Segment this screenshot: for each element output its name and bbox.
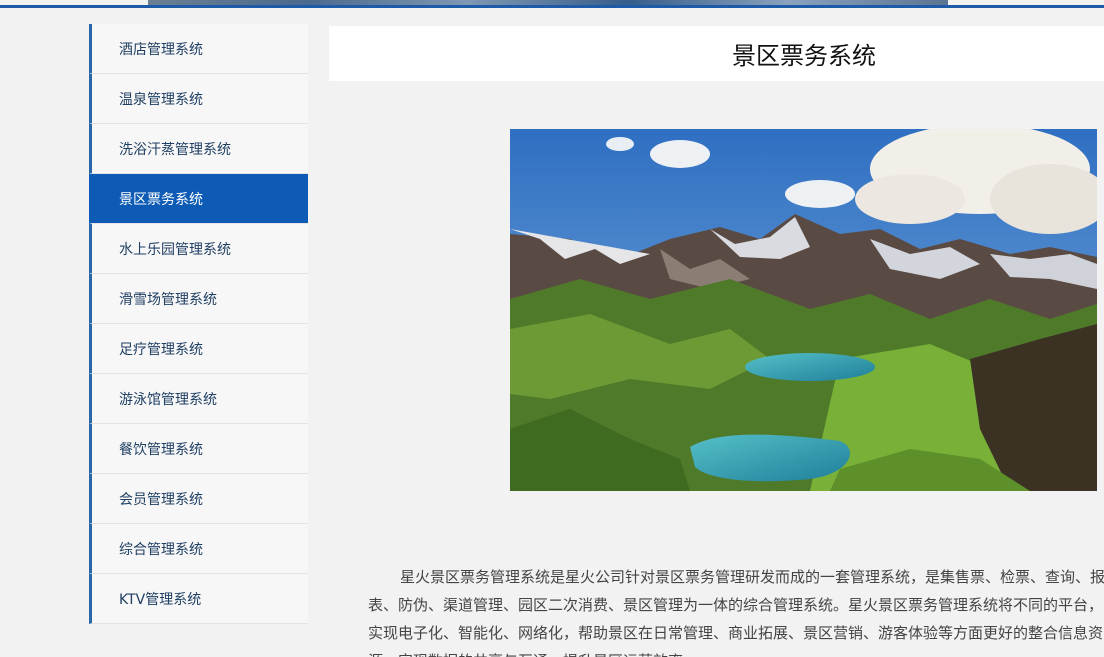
top-banner-strip (0, 0, 1104, 8)
main-content: 景区票务系统 星火景区票务管理系统是星火公司针对景区票务管理研发而成的一套管理系… (329, 26, 1104, 657)
sidebar-item-bath-sauna[interactable]: 洗浴汗蒸管理系统 (89, 124, 308, 174)
sidebar-item-ski-resort[interactable]: 滑雪场管理系统 (89, 274, 308, 324)
sidebar-nav: 酒店管理系统 温泉管理系统 洗浴汗蒸管理系统 景区票务系统 水上乐园管理系统 滑… (89, 24, 308, 624)
sidebar-item-hot-spring[interactable]: 温泉管理系统 (89, 74, 308, 124)
title-bar: 景区票务系统 (329, 26, 1104, 81)
page-title: 景区票务系统 (732, 42, 876, 70)
sidebar-item-hotel[interactable]: 酒店管理系统 (89, 24, 308, 74)
sidebar-item-membership[interactable]: 会员管理系统 (89, 474, 308, 524)
header-divider (0, 5, 1104, 8)
sidebar-item-water-park[interactable]: 水上乐园管理系统 (89, 224, 308, 274)
sidebar-item-foot-massage[interactable]: 足疗管理系统 (89, 324, 308, 374)
sidebar-item-scenic-ticketing[interactable]: 景区票务系统 (89, 174, 308, 224)
article-text: 星火景区票务管理系统是星火公司针对景区票务管理研发而成的一套管理系统，是集售票、… (368, 568, 1104, 657)
sidebar-item-ktv[interactable]: KTV管理系统 (89, 574, 308, 624)
sidebar-item-swimming-pool[interactable]: 游泳馆管理系统 (89, 374, 308, 424)
sidebar-item-integrated[interactable]: 综合管理系统 (89, 524, 308, 574)
scenic-landscape-image (510, 129, 1097, 491)
sidebar-item-catering[interactable]: 餐饮管理系统 (89, 424, 308, 474)
